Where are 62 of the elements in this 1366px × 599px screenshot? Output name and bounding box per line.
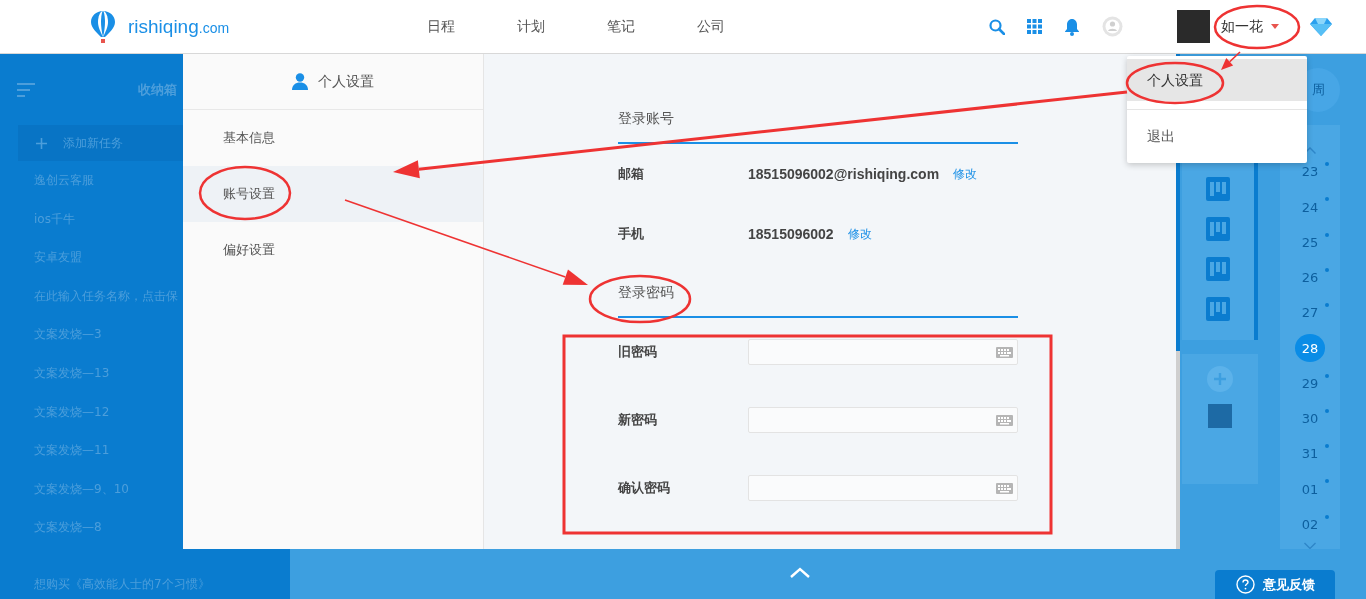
password-field[interactable] [748, 407, 1018, 433]
password-field[interactable] [748, 339, 1018, 365]
photo-placeholder[interactable] [1177, 10, 1210, 43]
annotation-arrow [1221, 51, 1241, 70]
settings-nav-item[interactable]: 基本信息 [183, 110, 483, 166]
edit-link[interactable]: 修改 [953, 165, 978, 183]
plus-icon [36, 137, 47, 149]
settings-title: 个人设置 [318, 72, 374, 91]
edit-link[interactable]: 修改 [847, 225, 872, 243]
diamond-icon[interactable] [1310, 17, 1332, 36]
app-grid-icon[interactable] [1027, 19, 1042, 34]
task-item[interactable]: 文案发烧—9、10 [18, 469, 183, 509]
nav-link[interactable]: 公司 [697, 17, 727, 36]
menu-icon[interactable] [17, 82, 35, 97]
user-circle-icon[interactable] [1102, 16, 1123, 37]
search-icon[interactable] [989, 18, 1005, 35]
nav-link[interactable]: 笔记 [607, 17, 637, 36]
user-name[interactable]: 如一花 [1221, 17, 1263, 36]
nav-link[interactable]: 日程 [427, 17, 457, 36]
field-label: 邮箱 [618, 165, 645, 183]
kanban-icon[interactable] [1206, 177, 1230, 201]
task-item[interactable]: 在此输入任务名称，点击保 [18, 276, 183, 316]
kanban-icon[interactable] [1206, 217, 1230, 241]
task-item[interactable]: 逸创云客服 [18, 161, 183, 200]
section-title: 登录账号 [618, 102, 1018, 144]
bell-icon[interactable] [1064, 17, 1080, 36]
field-label: 新密码 [618, 411, 658, 429]
keyboard-icon[interactable] [996, 414, 1013, 426]
settings-nav-item[interactable]: 账号设置 [183, 166, 483, 222]
password-field[interactable] [748, 475, 1018, 501]
section-title: 登录密码 [618, 264, 1018, 318]
date-item[interactable]: 28 [1295, 334, 1325, 362]
field-value: 18515096002 [748, 226, 834, 242]
person-icon [292, 73, 308, 90]
kanban-icon[interactable] [1206, 257, 1230, 281]
caret-icon[interactable] [1271, 24, 1279, 29]
kanban-icon[interactable] [1206, 297, 1230, 321]
balloon-logo-icon [90, 9, 116, 44]
photo-placeholder[interactable] [1208, 404, 1232, 428]
add-circle-icon[interactable] [1207, 366, 1233, 392]
logo-text[interactable]: rishiqing.com [128, 15, 230, 38]
task-item[interactable]: 文案发烧—12 [18, 392, 183, 432]
task-item[interactable]: 文案发烧—13 [18, 353, 183, 393]
inbox-title: 收纳箱 [138, 80, 177, 99]
menu-item[interactable]: 个人设置 [1127, 59, 1307, 101]
task-item[interactable]: 文案发烧—8 [18, 508, 183, 547]
feedback-button[interactable]: 意见反馈 [1215, 570, 1335, 599]
task-item[interactable]: 文案发烧—3 [18, 315, 183, 354]
field-label: 确认密码 [618, 479, 671, 497]
menu-item[interactable]: 退出 [1127, 115, 1307, 157]
field-label: 手机 [618, 225, 645, 243]
keyboard-icon[interactable] [996, 482, 1013, 494]
nav-link[interactable]: 计划 [517, 17, 547, 36]
field-label: 旧密码 [618, 343, 658, 361]
settings-nav-item[interactable]: 偏好设置 [183, 222, 483, 278]
field-value: 18515096002@rishiqing.com [748, 166, 940, 182]
task-item[interactable]: ios千牛 [18, 199, 183, 239]
help-icon [1235, 575, 1255, 594]
task-item[interactable]: 文案发烧—11 [18, 431, 183, 470]
keyboard-icon[interactable] [996, 346, 1013, 358]
add-task-button[interactable]: 添加新任务 [18, 125, 183, 161]
chevron-down-icon[interactable] [1303, 541, 1317, 550]
